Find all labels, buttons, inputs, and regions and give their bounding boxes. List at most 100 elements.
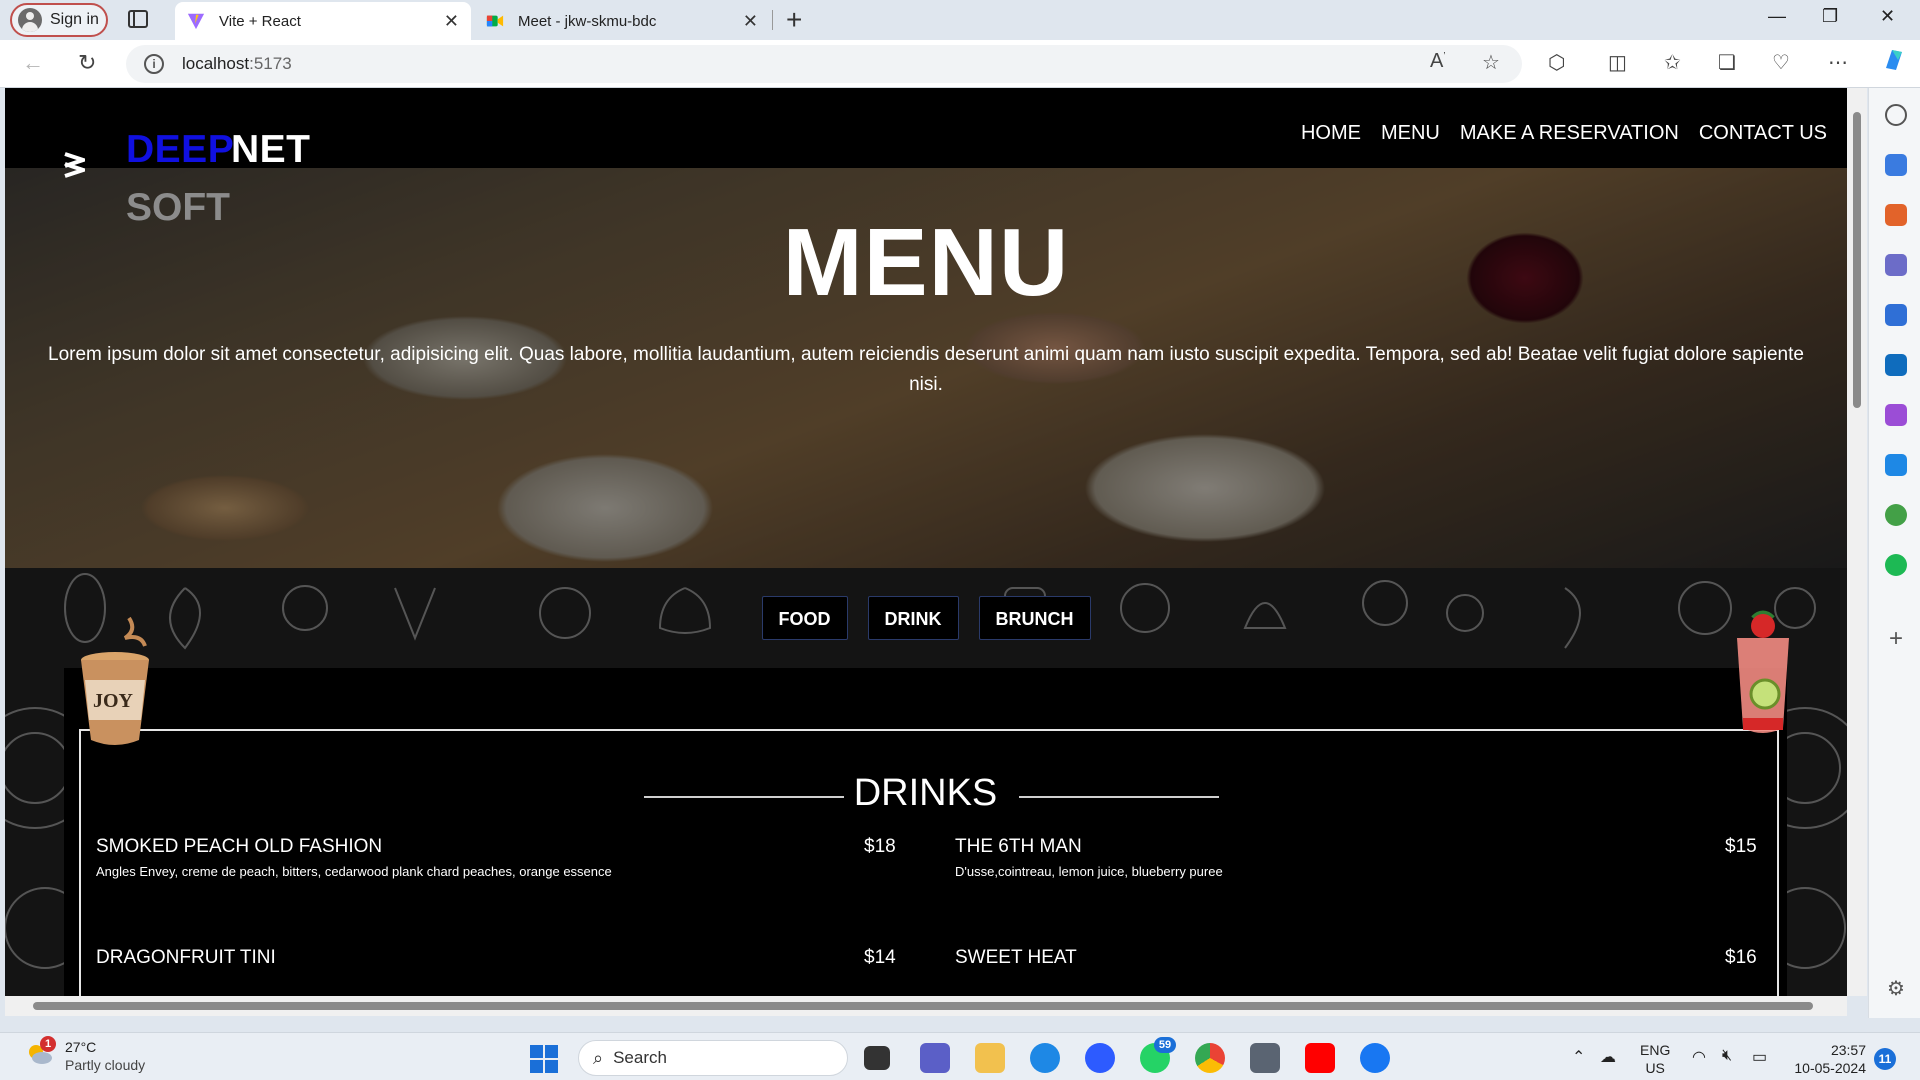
tree-icon[interactable] [1885,504,1907,526]
show-hidden-icons-chevron-icon[interactable]: ⌃ [1572,1047,1585,1067]
microsoft-365-icon[interactable] [1885,304,1907,326]
copilot-icon[interactable] [1880,46,1908,80]
nav-home[interactable]: HOME [1301,122,1361,145]
weather-temperature[interactable]: 27°C [65,1039,96,1055]
minimize-button[interactable]: — [1768,6,1786,27]
menu-item-price: $14 [864,947,896,968]
notification-count-badge[interactable]: 11 [1874,1048,1896,1070]
close-tab-icon[interactable]: ✕ [444,11,459,32]
task-view-icon[interactable] [864,1046,890,1070]
address-toolbar: ← ↻ i localhost:5173 Aʼ ☆ ⬡ ◫ ✩ ❏ ♡ ⋯ [0,40,1920,88]
tab-vite-react[interactable]: Vite + React ✕ [175,2,471,40]
nav-menu[interactable]: MENU [1381,122,1440,145]
drinks-menu-card: DRINKS SMOKED PEACH OLD FASHION $18 Angl… [64,668,1787,996]
url-port: :5173 [249,54,292,73]
category-brunch-button[interactable]: BRUNCH [978,596,1091,640]
google-meet-icon [486,15,504,27]
wifi-icon[interactable]: ◠ [1692,1047,1706,1067]
start-button[interactable] [530,1045,558,1073]
logo-word-deep[interactable]: DEEP [126,128,234,172]
search-icon[interactable] [1885,104,1907,126]
zoom-icon[interactable] [1085,1043,1115,1073]
speaker-muted-icon[interactable]: 🔇︎ [1722,1047,1732,1065]
favorites-icon[interactable]: ✩ [1664,50,1681,75]
file-explorer-icon[interactable] [975,1043,1005,1073]
tab-google-meet[interactable]: Meet - jkw-skmu-bdc ✕ [474,2,770,40]
chrome-icon[interactable] [1195,1043,1225,1073]
spotify-icon[interactable] [1885,554,1907,576]
menu-item-name: SMOKED PEACH OLD FASHION [96,836,383,857]
category-food-button[interactable]: FOOD [761,596,848,640]
page-viewport: DEEP NET SOFT HOME MENU MAKE A RESERVATI… [5,88,1847,996]
refresh-icon[interactable]: ↻ [78,50,96,76]
edge-browser-icon[interactable] [1030,1043,1060,1073]
split-screen-icon[interactable]: ◫ [1608,50,1627,75]
url-host: localhost [182,54,250,73]
games-icon[interactable] [1885,254,1907,276]
strawberry-drink-image [1737,610,1789,733]
sign-in-label: Sign in [50,11,99,28]
menu-item-price: $16 [1725,947,1757,968]
hero-description: Lorem ipsum dolor sit amet consectetur, … [48,344,1804,395]
tab-title: Meet - jkw-skmu-bdc [518,12,657,30]
send-icon[interactable] [1885,454,1907,476]
horizontal-scrollbar[interactable] [5,996,1847,1016]
outlook-icon[interactable] [1885,354,1907,376]
menu-item-price: $18 [864,836,896,857]
add-app-icon[interactable]: + [1885,627,1907,651]
logo-word-net[interactable]: NET [231,128,311,172]
taskbar-search[interactable]: ⌕ Search [578,1040,848,1076]
nav-contact-us[interactable]: CONTACT US [1699,122,1827,145]
vertical-scrollbar[interactable] [1847,88,1867,996]
camera-icon[interactable] [1250,1043,1280,1073]
designer-icon[interactable] [1885,404,1907,426]
scroll-thumb[interactable] [1853,112,1861,408]
edge-sidebar: + ⚙ [1868,88,1920,1018]
battery-icon[interactable]: ▭ [1752,1047,1767,1067]
extensions-icon[interactable]: ⬡ [1548,50,1565,75]
back-arrow-icon[interactable]: ← [22,50,44,76]
facebook-icon[interactable] [1360,1043,1390,1073]
browser-essentials-icon[interactable]: ♡ [1772,50,1790,75]
menu-item-name: DRAGONFRUIT TINI [96,947,276,968]
sign-in-button[interactable]: Sign in [10,3,108,37]
teams-chat-icon[interactable] [920,1043,950,1073]
onedrive-icon[interactable]: ☁ [1600,1047,1616,1067]
settings-gear-icon[interactable]: ⚙ [1885,978,1907,1000]
restore-button[interactable]: ❐ [1822,6,1838,27]
clock-date: 10-05-2024 [1794,1060,1866,1076]
weather-condition[interactable]: Partly cloudy [65,1057,145,1073]
tab-separator [772,10,773,30]
collections-icon[interactable]: ❏ [1718,50,1736,75]
more-menu-icon[interactable]: ⋯ [1828,50,1848,75]
close-window-button[interactable]: ✕ [1880,6,1895,27]
system-clock[interactable]: 23:57 10-05-2024 [1788,1041,1866,1077]
profile-avatar-icon [18,8,42,32]
youtube-icon[interactable] [1305,1043,1335,1073]
menu-item-description: D'usse,cointreau, lemon juice, blueberry… [955,864,1223,879]
favorite-star-icon[interactable]: ☆ [1482,50,1500,75]
clock-time: 23:57 [1830,1042,1866,1058]
drinks-title: DRINKS [853,772,998,814]
scroll-thumb[interactable] [33,1002,1813,1010]
tab-actions-icon[interactable] [128,10,148,28]
new-tab-button[interactable]: + [786,4,802,36]
search-placeholder: Search [613,1048,667,1067]
category-tabs: FOOD DRINK BRUNCH [5,596,1847,640]
category-drink-button[interactable]: DRINK [867,596,959,640]
main-navigation: HOME MENU MAKE A RESERVATION CONTACT US [1301,122,1827,145]
windows-taskbar: 1 27°C Partly cloudy ⌕ Search 59 ⌃ ☁ ENG… [0,1032,1920,1080]
vite-logo-icon [187,13,205,30]
page-title: MENU [782,209,1070,316]
address-bar[interactable]: i localhost:5173 [126,45,1522,83]
language-indicator[interactable]: ENG US [1640,1041,1670,1077]
close-tab-icon[interactable]: ✕ [743,11,758,32]
shopping-tag-icon[interactable] [1885,154,1907,176]
url-text: localhost:5173 [182,54,292,74]
menu-frame [79,729,1779,996]
read-aloud-icon[interactable]: Aʼ [1430,50,1446,73]
tools-icon[interactable] [1885,204,1907,226]
nav-make-reservation[interactable]: MAKE A RESERVATION [1460,122,1679,145]
site-info-icon[interactable]: i [144,54,164,74]
weather-alert-badge: 1 [40,1036,56,1052]
